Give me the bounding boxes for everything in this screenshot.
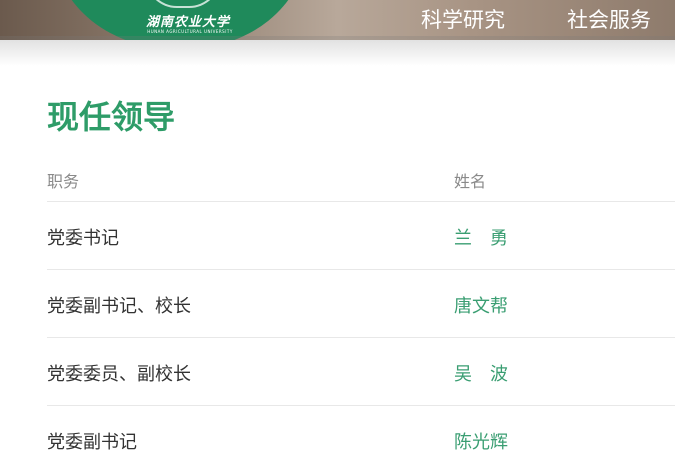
- logo-chinese-name: 湖南农业大学: [146, 15, 231, 30]
- nav-item-social-service[interactable]: 社会服务: [567, 4, 651, 34]
- leader-name-link[interactable]: 吴 波: [454, 360, 508, 386]
- leader-name-link[interactable]: 陈光辉: [454, 428, 508, 454]
- nav-item-research[interactable]: 科学研究: [421, 4, 505, 34]
- site-header: 湖南农业大学 HUNAN AGRICULTURAL UNIVERSITY 科学研…: [0, 0, 675, 40]
- column-header-position: 职务: [47, 172, 80, 191]
- position-cell: 党委副书记: [47, 432, 137, 453]
- page-title: 现任领导: [47, 98, 176, 136]
- column-header-name: 姓名: [454, 172, 487, 191]
- table-row: 党委副书记、校长 唐文帮: [47, 269, 675, 338]
- table-row: 党委委员、副校长 吴 波: [47, 337, 675, 406]
- position-cell: 党委副书记、校长: [47, 296, 191, 317]
- position-cell: 党委委员、副校长: [47, 364, 191, 385]
- position-cell: 党委书记: [47, 228, 119, 249]
- header-shadow: [0, 36, 675, 66]
- table-row: 党委副书记 陈光辉: [47, 405, 675, 474]
- table-row: 党委书记 兰 勇: [47, 201, 675, 270]
- leader-name-link[interactable]: 唐文帮: [454, 292, 508, 318]
- leader-name-link[interactable]: 兰 勇: [454, 224, 508, 250]
- logo-english-name: HUNAN AGRICULTURAL UNIVERSITY: [147, 29, 233, 34]
